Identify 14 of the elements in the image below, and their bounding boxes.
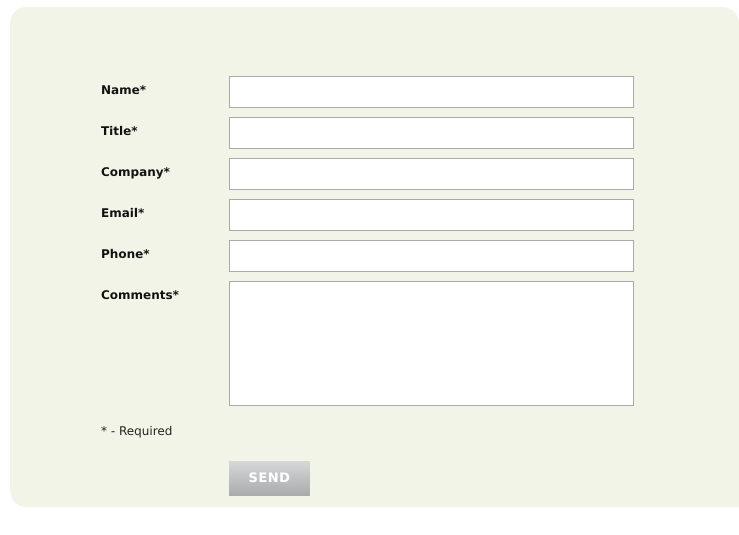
input-field[interactable]	[229, 199, 634, 231]
input-field[interactable]	[229, 117, 634, 149]
required-note: * - Required	[101, 424, 172, 438]
field-label: Comments*	[101, 287, 180, 302]
send-button[interactable]: SEND	[229, 461, 310, 496]
input-field[interactable]	[229, 76, 634, 108]
input-field[interactable]	[229, 240, 634, 272]
field-label: Name*	[101, 82, 148, 97]
comments-field[interactable]	[229, 281, 634, 406]
field-label: Company*	[101, 164, 171, 179]
input-field[interactable]	[229, 158, 634, 190]
field-label: Phone*	[101, 246, 151, 261]
field-label: Title*	[101, 123, 139, 138]
field-label: Email*	[101, 205, 146, 220]
